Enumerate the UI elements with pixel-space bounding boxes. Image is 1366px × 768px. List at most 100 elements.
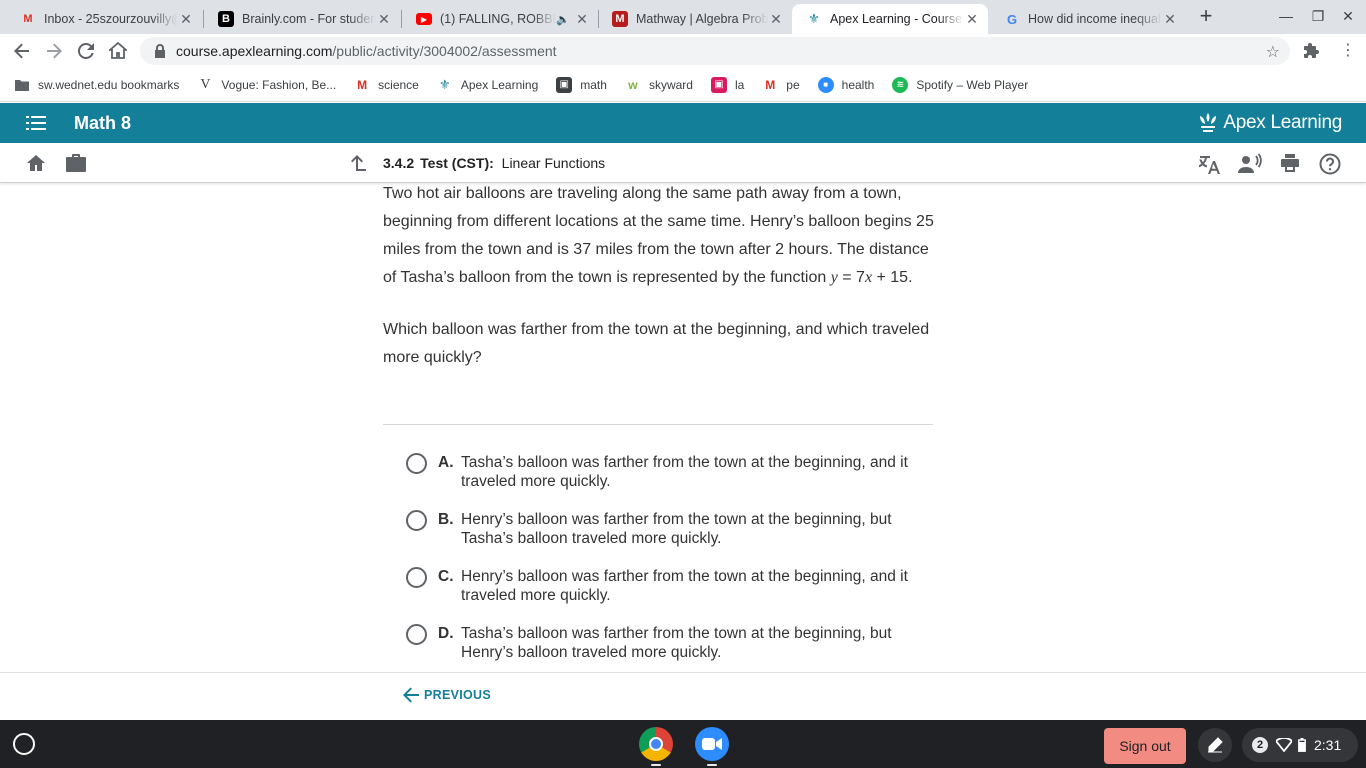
arrow-left-icon bbox=[14, 43, 29, 59]
chrome-app-icon[interactable] bbox=[639, 727, 673, 761]
bookmark-star-icon[interactable]: ☆ bbox=[1266, 42, 1280, 62]
tab-google-search[interactable]: G How did income inequal ✕ bbox=[990, 4, 1186, 34]
browser-toolbar: course.apexlearning.com/public/activity/… bbox=[0, 34, 1366, 68]
answer-choice-d[interactable]: D. Tasha’s balloon was farther from the … bbox=[406, 624, 936, 662]
tab-brainly[interactable]: B Brainly.com - For studen ✕ bbox=[204, 4, 400, 34]
course-menu-icon[interactable] bbox=[26, 115, 46, 131]
activity-name: Linear Functions bbox=[501, 155, 606, 171]
chromeos-shelf: Sign out 2 2:31 bbox=[0, 720, 1366, 768]
address-bar[interactable]: course.apexlearning.com/public/activity/… bbox=[140, 37, 1290, 65]
close-window-icon[interactable]: ✕ bbox=[1338, 8, 1358, 25]
notification-count-badge[interactable]: 2 bbox=[1252, 737, 1268, 753]
assessment-footer: PREVIOUS bbox=[0, 672, 1366, 720]
stylus-tools-button[interactable] bbox=[1198, 728, 1232, 762]
vogue-icon: V bbox=[200, 76, 211, 92]
minimize-icon[interactable]: — bbox=[1276, 8, 1296, 24]
close-icon[interactable]: ✕ bbox=[964, 11, 980, 28]
bookmark-apex-learning[interactable]: ⚜ Apex Learning bbox=[437, 77, 538, 93]
previous-button[interactable]: PREVIOUS bbox=[402, 687, 491, 703]
bookmark-la[interactable]: ▣ la bbox=[710, 76, 744, 93]
bookmark-label: science bbox=[378, 77, 419, 92]
bookmark-spotify[interactable]: ≋ Spotify – Web Player bbox=[892, 76, 1028, 93]
mathway-icon: M bbox=[612, 11, 628, 27]
tab-youtube[interactable]: ▶ (1) FALLING, ROBBER 🔈 ✕ bbox=[402, 4, 598, 34]
question-paragraph: Two hot air balloons are traveling along… bbox=[383, 183, 935, 292]
bookmark-health[interactable]: ■ health bbox=[817, 76, 875, 93]
close-icon[interactable]: ✕ bbox=[1162, 11, 1178, 28]
assessment-content: Two hot air balloons are traveling along… bbox=[0, 183, 1366, 672]
launcher-icon[interactable] bbox=[13, 733, 35, 755]
bookmark-vogue[interactable]: V Vogue: Fashion, Be... bbox=[197, 77, 336, 93]
bookmark-label: Apex Learning bbox=[460, 77, 539, 92]
close-icon[interactable]: ✕ bbox=[768, 11, 784, 28]
activity-subheader: 3.4.2 Test (CST): Linear Functions bbox=[0, 143, 1366, 183]
choice-text: Henry’s balloon was farther from the tow… bbox=[461, 568, 908, 604]
bookmark-label: health bbox=[841, 77, 875, 92]
clock-time: 2:31 bbox=[1314, 737, 1342, 753]
math-variable: x bbox=[864, 269, 873, 286]
extensions-puzzle-icon[interactable] bbox=[1302, 42, 1320, 65]
speaker-icon[interactable]: 🔈 bbox=[556, 13, 570, 26]
radio-button[interactable] bbox=[406, 567, 427, 588]
running-indicator bbox=[651, 764, 661, 766]
up-level-button[interactable] bbox=[348, 153, 366, 178]
choice-letter: D. bbox=[438, 625, 454, 642]
answer-choice-c[interactable]: C. Henry’s balloon was farther from the … bbox=[406, 567, 936, 605]
close-icon[interactable]: ✕ bbox=[574, 11, 590, 28]
home-button[interactable] bbox=[106, 39, 130, 63]
apex-icon: ⚜ bbox=[439, 76, 451, 92]
choice-letter: A. bbox=[438, 454, 454, 471]
reload-icon bbox=[78, 43, 94, 59]
text-to-speech-button[interactable] bbox=[1238, 153, 1262, 180]
back-button[interactable] bbox=[10, 39, 34, 63]
sign-out-button[interactable]: Sign out bbox=[1104, 728, 1186, 764]
classroom-icon: ▣ bbox=[556, 76, 573, 93]
answer-choice-b[interactable]: B. Henry’s balloon was farther from the … bbox=[406, 510, 936, 548]
bookmark-pe[interactable]: M pe bbox=[762, 77, 799, 93]
close-icon[interactable]: ✕ bbox=[376, 11, 392, 28]
choice-letter: C. bbox=[438, 568, 454, 585]
translate-button[interactable] bbox=[1198, 153, 1221, 180]
question-prompt: Which balloon was farther from the town … bbox=[383, 321, 930, 366]
apex-icon: ⚜ bbox=[808, 11, 820, 26]
radio-button[interactable] bbox=[406, 624, 427, 645]
pen-icon bbox=[1208, 737, 1223, 753]
math-text: + 15. bbox=[872, 269, 913, 286]
bookmark-skyward[interactable]: w skyward bbox=[625, 77, 693, 93]
course-title: Math 8 bbox=[74, 113, 132, 133]
choice-letter: B. bbox=[438, 511, 454, 528]
tab-mathway[interactable]: M Mathway | Algebra Probl ✕ bbox=[598, 4, 792, 34]
tab-gmail-inbox[interactable]: M Inbox - 25szourzouvilly@ ✕ bbox=[6, 4, 202, 34]
skyward-icon: w bbox=[628, 77, 638, 92]
forward-button[interactable] bbox=[42, 39, 66, 63]
bookmark-sw-wednet[interactable]: sw.wednet.edu bookmarks bbox=[14, 77, 179, 93]
radio-button[interactable] bbox=[406, 453, 427, 474]
running-indicator bbox=[707, 764, 717, 766]
new-tab-button[interactable]: + bbox=[1195, 5, 1217, 28]
answer-choice-a[interactable]: A. Tasha’s balloon was farther from the … bbox=[406, 453, 936, 491]
apex-learning-logo: Apex Learning bbox=[1197, 111, 1342, 135]
close-icon[interactable]: ✕ bbox=[178, 11, 194, 28]
help-button[interactable] bbox=[1319, 153, 1341, 180]
tab-apex-learning[interactable]: ⚜ Apex Learning - Courses ✕ bbox=[792, 4, 988, 34]
briefcase-button[interactable] bbox=[65, 153, 87, 178]
translate-icon bbox=[1198, 156, 1220, 174]
radio-button[interactable] bbox=[406, 510, 427, 531]
kebab-menu-icon[interactable]: ⋮ bbox=[1340, 40, 1356, 60]
speaking-person-icon bbox=[1238, 153, 1262, 173]
print-button[interactable] bbox=[1280, 153, 1300, 178]
reload-button[interactable] bbox=[74, 39, 98, 63]
restore-icon[interactable]: ❐ bbox=[1308, 8, 1328, 25]
activity-type: Test (CST): bbox=[420, 155, 494, 171]
activity-title: 3.4.2 Test (CST): Linear Functions bbox=[383, 155, 605, 171]
bookmark-science[interactable]: M science bbox=[354, 77, 419, 93]
system-tray[interactable]: 2 2:31 bbox=[1242, 728, 1358, 762]
home-button[interactable] bbox=[26, 153, 46, 178]
arrow-left-icon bbox=[403, 687, 419, 703]
math-text: = 7 bbox=[837, 269, 865, 286]
zoom-app-icon[interactable] bbox=[695, 727, 729, 761]
bookmark-label: pe bbox=[786, 77, 800, 92]
bookmark-math[interactable]: ▣ math bbox=[556, 76, 607, 93]
apex-logo-icon bbox=[1200, 113, 1217, 132]
question-divider bbox=[383, 424, 933, 425]
